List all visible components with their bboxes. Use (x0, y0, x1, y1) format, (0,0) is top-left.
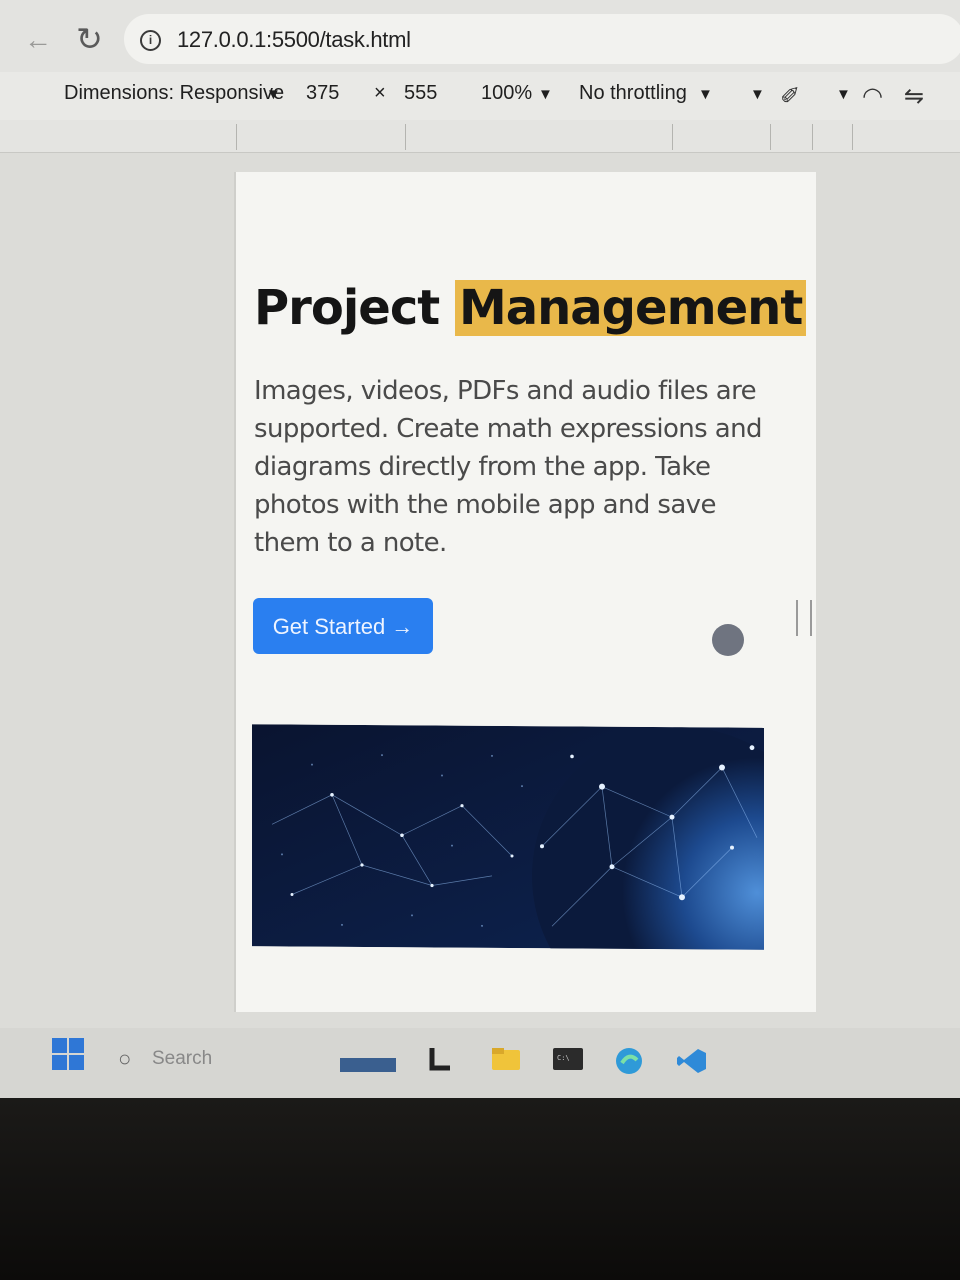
ruler-tick (770, 124, 771, 150)
get-started-button[interactable]: Get Started → (253, 598, 433, 654)
taskbar-widget-icon[interactable] (340, 1058, 396, 1072)
ruler-tick (405, 124, 406, 150)
site-info-icon[interactable]: i (140, 30, 161, 51)
ruler-tick (852, 124, 853, 150)
terminal-icon[interactable]: C:\ (552, 1046, 584, 1077)
dimensions-dropdown[interactable]: Dimensions: Responsive (64, 82, 284, 105)
eye-icon[interactable]: ◠ (862, 82, 883, 111)
taskbar-search-icon[interactable]: ○ (118, 1046, 131, 1072)
svg-text:C:\: C:\ (557, 1054, 570, 1062)
resize-handle[interactable] (796, 600, 812, 636)
dimension-separator: × (374, 82, 386, 104)
windows-logo-pane (69, 1038, 84, 1053)
throttling-chevron-icon[interactable]: ▼ (698, 86, 713, 103)
laptop-bezel (0, 1098, 960, 1280)
browser-address-bar: ← ↻ i 127.0.0.1:5500/task.html (0, 0, 960, 73)
taskbar-search-box[interactable]: Search (152, 1048, 212, 1070)
eyedropper-icon[interactable]: ✐ (780, 82, 800, 111)
page-title-part1: Project (254, 280, 440, 336)
file-explorer-icon[interactable] (490, 1046, 522, 1077)
page-title-highlight: Management (454, 280, 807, 336)
back-arrow-icon[interactable]: ← (24, 24, 52, 56)
more-options-chevron-icon[interactable]: ▼ (750, 86, 765, 103)
windows-start-icon[interactable] (52, 1038, 84, 1070)
zoom-chevron-icon[interactable]: ▼ (538, 86, 553, 103)
windows-logo-pane (69, 1055, 84, 1070)
globe-network-illustration (252, 724, 764, 950)
emulated-viewport: Project Management Images, videos, PDFs … (236, 172, 816, 1012)
sensor-chevron-icon[interactable]: ▼ (836, 86, 851, 103)
devtools-device-toolbar: Dimensions: Responsive ▼ 375 × 555 100% … (0, 72, 960, 120)
ruler-tick (236, 124, 237, 150)
windows-taskbar: ○ Search C:\ (0, 1028, 960, 1098)
width-input[interactable]: 375 (306, 82, 339, 105)
edge-browser-icon[interactable] (614, 1046, 644, 1081)
taskbar-app-icon[interactable] (428, 1046, 452, 1077)
vscode-icon[interactable] (676, 1046, 708, 1081)
ruler-tick (672, 124, 673, 150)
monitor-screen: ← ↻ i 127.0.0.1:5500/task.html Dimension… (0, 0, 960, 1098)
touch-cursor-indicator (712, 624, 744, 656)
page-description: Images, videos, PDFs and audio files are… (254, 376, 762, 558)
rotate-device-icon[interactable]: ⇋ (904, 82, 924, 111)
reload-icon[interactable]: ↻ (76, 20, 103, 58)
zoom-dropdown[interactable]: 100% (481, 82, 532, 105)
url-text[interactable]: 127.0.0.1:5500/task.html (177, 27, 411, 53)
height-input[interactable]: 555 (404, 82, 437, 105)
dimensions-chevron-icon[interactable]: ▼ (266, 86, 281, 103)
page-title: Project Management (254, 280, 807, 336)
windows-logo-pane (52, 1055, 67, 1070)
ruler-tick (812, 124, 813, 150)
media-query-ruler (0, 120, 960, 153)
hero-globe-image (252, 724, 764, 950)
throttling-dropdown[interactable]: No throttling (579, 82, 687, 105)
windows-logo-pane (52, 1038, 67, 1053)
